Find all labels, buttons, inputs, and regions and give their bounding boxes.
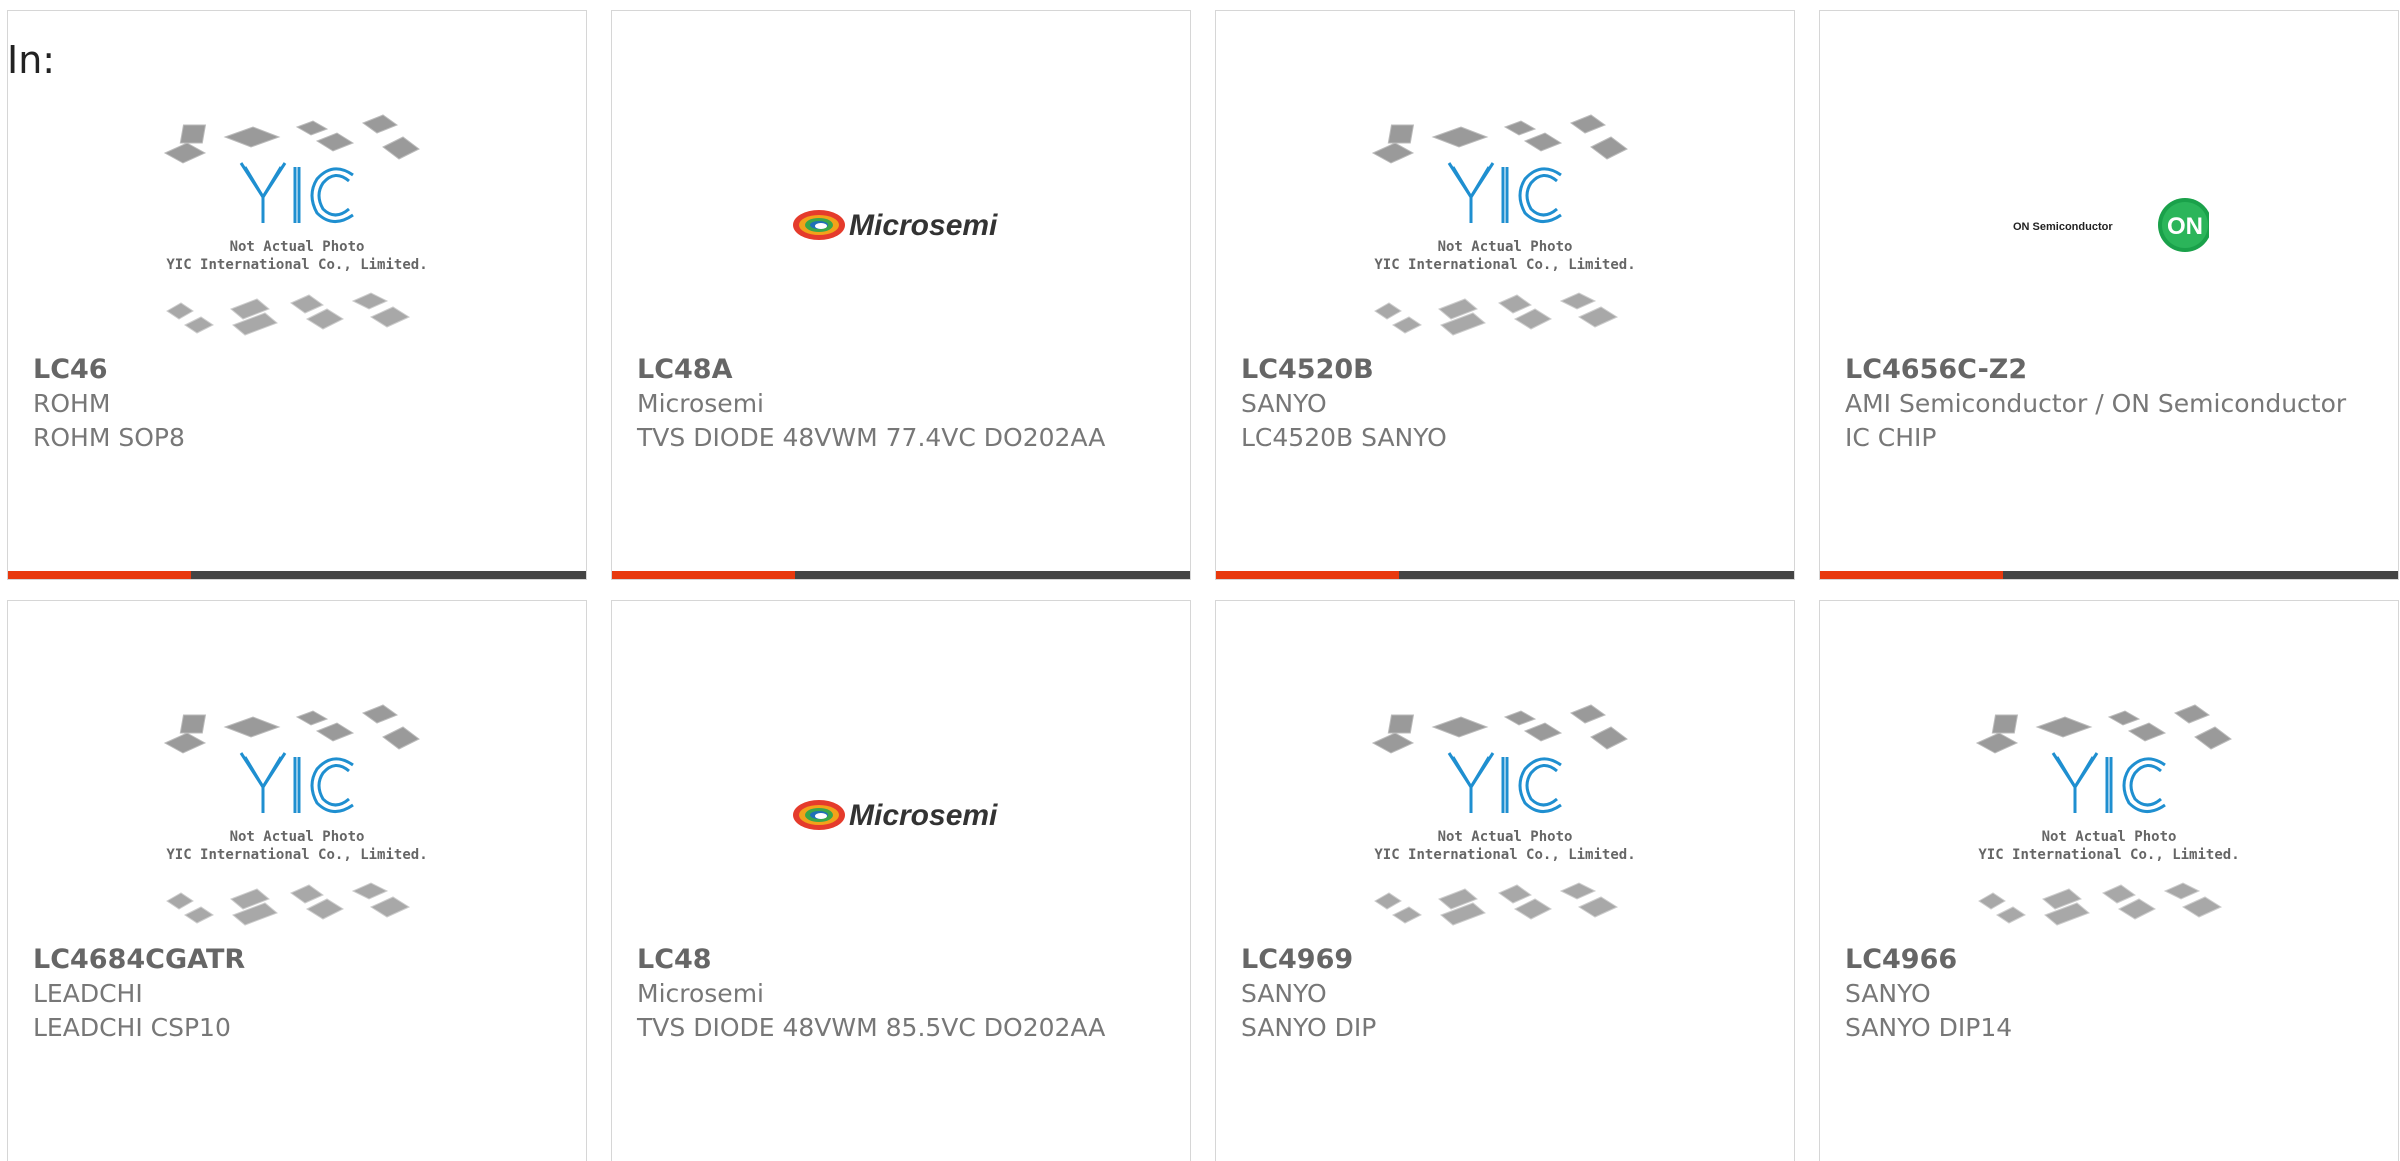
product-image: Not Actual Photo YIC International Co., … [8,685,586,945]
product-card[interactable]: ON Semiconductor ON LC4656C-Z2 AMI Semic… [1819,10,2399,580]
yic-placeholder-image: Not Actual Photo YIC International Co., … [1975,704,2240,926]
microsemi-logo: Microsemi [793,209,998,242]
manufacturer: Microsemi [637,389,764,418]
product-image: Microsemi [612,685,1190,945]
manufacturer: ROHM [33,389,111,418]
description: SANYO DIP14 [1845,1013,2013,1042]
part-number[interactable]: LC4656C-Z2 [1845,353,2368,387]
product-info: LC4520B SANYO LC4520B SANYO [1241,353,1764,455]
description: IC CHIP [1845,423,1937,452]
placeholder-line2: YIC International Co., Limited. [166,847,427,863]
product-info: LC4684CGATR LEADCHI LEADCHI CSP10 [33,943,556,1045]
manufacturer: Microsemi [637,979,764,1008]
card-accent [1820,571,2003,579]
part-number[interactable]: LC4520B [1241,353,1764,387]
description: TVS DIODE 48VWM 85.5VC DO202AA [637,1013,1106,1042]
product-image: Not Actual Photo YIC International Co., … [1216,95,1794,355]
manufacturer: AMI Semiconductor / ON Semiconductor [1845,389,2347,418]
description: TVS DIODE 48VWM 77.4VC DO202AA [637,423,1106,452]
part-number[interactable]: LC4969 [1241,943,1764,977]
on-semiconductor-logo: ON Semiconductor ON [2013,198,2209,252]
product-listing-page: Not Actual Photo YIC International Co., … [0,0,2400,1161]
on-badge-text: ON [2167,213,2203,240]
product-card[interactable]: Microsemi LC48 Microsemi TVS DIODE 48VWM… [611,600,1191,1161]
manufacturer: SANYO [1241,979,1327,1008]
yic-placeholder-image: Not Actual Photo YIC International Co., … [163,704,428,926]
product-info: LC4969 SANYO SANYO DIP [1241,943,1764,1045]
product-image: Not Actual Photo YIC International Co., … [1216,685,1794,945]
placeholder-line1: Not Actual Photo [1438,239,1573,255]
description: LEADCHI CSP10 [33,1013,231,1042]
microsemi-text: Microsemi [849,799,998,832]
microsemi-logo: Microsemi [793,799,998,832]
card-bottom-bar [612,571,1190,579]
card-accent [8,571,191,579]
product-card[interactable]: Not Actual Photo YIC International Co., … [1215,600,1795,1161]
product-image: Not Actual Photo YIC International Co., … [1820,685,2398,945]
yic-placeholder-image: Not Actual Photo YIC International Co., … [1371,704,1636,926]
on-semi-text: ON Semiconductor [2013,221,2113,233]
part-number[interactable]: LC46 [33,353,556,387]
manufacturer: LEADCHI [33,979,143,1008]
description: SANYO DIP [1241,1013,1377,1042]
card-accent [612,571,795,579]
placeholder-line2: YIC International Co., Limited. [1374,257,1635,273]
product-card[interactable]: Not Actual Photo YIC International Co., … [1215,10,1795,580]
card-bottom-bar [1820,571,2398,579]
product-info: LC4656C-Z2 AMI Semiconductor / ON Semico… [1845,353,2368,455]
part-number[interactable]: LC4684CGATR [33,943,556,977]
product-info: LC48A Microsemi TVS DIODE 48VWM 77.4VC D… [637,353,1160,455]
product-info: LC46 ROHM ROHM SOP8 [33,353,556,455]
part-number[interactable]: LC48 [637,943,1160,977]
product-image: Microsemi [612,95,1190,355]
card-bottom-bar [1216,571,1794,579]
product-info: LC48 Microsemi TVS DIODE 48VWM 85.5VC DO… [637,943,1160,1045]
placeholder-line2: YIC International Co., Limited. [166,257,427,273]
placeholder-line2: YIC International Co., Limited. [1374,847,1635,863]
manufacturer: SANYO [1241,389,1327,418]
card-accent [1216,571,1399,579]
product-card[interactable]: Not Actual Photo YIC International Co., … [7,10,587,580]
in-label: In: [7,38,56,82]
product-info: LC4966 SANYO SANYO DIP14 [1845,943,2368,1045]
placeholder-line2: YIC International Co., Limited. [1978,847,2239,863]
placeholder-line1: Not Actual Photo [230,829,365,845]
product-card[interactable]: Not Actual Photo YIC International Co., … [1819,600,2399,1161]
product-image: ON Semiconductor ON [1820,95,2398,355]
yic-placeholder-image: Not Actual Photo YIC International Co., … [163,114,428,336]
product-grid: Not Actual Photo YIC International Co., … [7,10,2399,1161]
description: ROHM SOP8 [33,423,185,452]
manufacturer: SANYO [1845,979,1931,1008]
placeholder-line1: Not Actual Photo [1438,829,1573,845]
placeholder-line1: Not Actual Photo [2042,829,2177,845]
product-card[interactable]: Microsemi LC48A Microsemi TVS DIODE 48VW… [611,10,1191,580]
yic-placeholder-image: Not Actual Photo YIC International Co., … [1371,114,1636,336]
product-image: Not Actual Photo YIC International Co., … [8,95,586,355]
placeholder-line1: Not Actual Photo [230,239,365,255]
description: LC4520B SANYO [1241,423,1447,452]
card-bottom-bar [8,571,586,579]
part-number[interactable]: LC4966 [1845,943,2368,977]
product-card[interactable]: Not Actual Photo YIC International Co., … [7,600,587,1161]
part-number[interactable]: LC48A [637,353,1160,387]
microsemi-text: Microsemi [849,209,998,242]
